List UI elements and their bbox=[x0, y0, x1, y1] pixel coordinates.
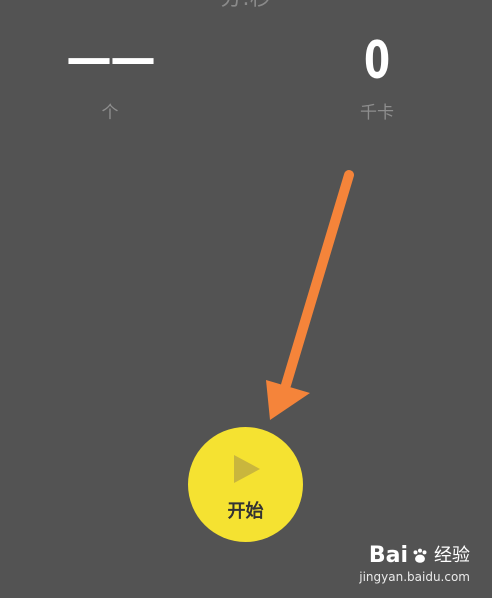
paw-icon bbox=[413, 548, 427, 563]
watermark-url: jingyan.baidu.com bbox=[359, 570, 470, 584]
watermark-brand-left: Bai bbox=[368, 543, 408, 568]
calorie-unit: 千卡 bbox=[360, 103, 394, 123]
arrow-shaft bbox=[281, 170, 354, 390]
watermark-brand-right: 经验 bbox=[434, 545, 470, 566]
calorie-value: 0 bbox=[363, 31, 391, 91]
arrow-head bbox=[266, 380, 310, 420]
play-icon bbox=[234, 455, 260, 483]
baidu-jingyan-watermark: Bai 经验 jingyan.baidu.com bbox=[359, 543, 470, 585]
calorie-stat: 0 千卡 bbox=[327, 34, 427, 123]
start-button[interactable]: 开始 bbox=[188, 427, 303, 542]
count-unit: 个 bbox=[101, 103, 119, 123]
time-unit-label: 分:秒 bbox=[0, 0, 492, 12]
count-stat: —— 个 bbox=[60, 34, 160, 123]
count-value: —— bbox=[66, 31, 156, 85]
start-button-label: 开始 bbox=[227, 501, 264, 522]
